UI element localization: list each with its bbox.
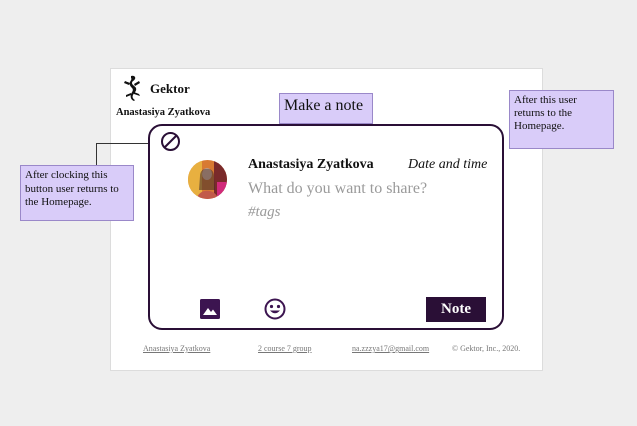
smile-icon[interactable] [264, 298, 286, 320]
note-author: Anastasiya Zyatkova [248, 157, 374, 172]
brand-name: Gektor [150, 81, 190, 96]
callout-leader-line [96, 143, 97, 165]
cancel-icon[interactable] [160, 131, 181, 152]
make-note-callout: Make a note [279, 93, 373, 124]
avatar [188, 160, 227, 199]
header-username: Anastasiya Zyatkova [116, 107, 211, 118]
homepage-return-callout: After this user returns to the Homepage. [509, 90, 614, 149]
footer-copyright: © Gektor, Inc., 2020. [452, 344, 521, 353]
tags-input[interactable]: #tags [248, 204, 281, 221]
note-text-input[interactable]: What do you want to share? [248, 180, 427, 198]
lizard-logo-icon[interactable] [121, 74, 145, 102]
note-date: Date and time [408, 157, 488, 172]
note-submit-button[interactable]: Note [426, 297, 486, 322]
footer-author-link[interactable]: Anastasiya Zyatkova [143, 344, 210, 353]
close-button-callout: After clocking this button user returns … [20, 165, 134, 221]
footer-email-link[interactable]: na.zzzya17@gmail.com [352, 344, 429, 353]
footer-group-link[interactable]: 2 course 7 group [258, 344, 312, 353]
image-icon[interactable] [200, 299, 220, 319]
